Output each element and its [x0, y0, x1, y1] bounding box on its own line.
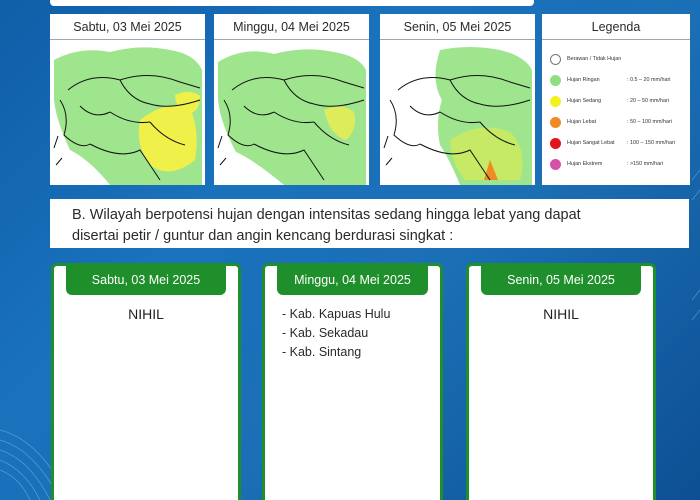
day-card-2: Minggu, 04 Mei 2025 - Kab. Kapuas Hulu -…	[262, 263, 443, 500]
rainfall-map-day-2	[214, 40, 369, 185]
legend-item-range: : >150 mm/hari	[627, 161, 664, 167]
legend-swatch	[550, 159, 561, 170]
legend-swatch	[550, 117, 561, 128]
legend-item-range: : 100 – 150 mm/hari	[627, 140, 675, 146]
map-card-day-3: Senin, 05 Mei 2025	[380, 14, 535, 185]
map-card-day-1: Sabtu, 03 Mei 2025	[50, 14, 205, 185]
day-card-1: Sabtu, 03 Mei 2025 NIHIL	[51, 263, 241, 500]
legend-swatch	[550, 75, 561, 86]
legend-swatch	[550, 138, 561, 149]
section-b-line-2: disertai petir / guntur dan angin kencan…	[72, 228, 454, 244]
day-card-date: Senin, 05 Mei 2025	[481, 265, 641, 295]
legend-item-label: Hujan Lebat	[567, 119, 597, 125]
legend-item-label: Hujan Sedang	[567, 98, 602, 104]
section-b-line-1: B. Wilayah berpotensi hujan dengan inten…	[72, 207, 581, 223]
region-item: - Kab. Kapuas Hulu	[282, 307, 391, 321]
region-item: - Kab. Sintang	[282, 345, 362, 359]
legend-item-label: Hujan Sangat Lebat	[567, 140, 615, 146]
legend-item-label: Berawan / Tidak Hujan	[567, 56, 622, 62]
map-card-day-2: Minggu, 04 Mei 2025	[214, 14, 369, 185]
legend-item-sangat-lebat: Hujan Sangat Lebat : 100 – 150 mm/hari	[550, 136, 688, 150]
legend-item-lebat: Hujan Lebat : 50 – 100 mm/hari	[550, 115, 688, 129]
legend-title: Legenda	[542, 14, 690, 40]
legend-panel: Legenda Berawan / Tidak Hujan Hujan Ring…	[542, 14, 690, 185]
section-b-heading: B. Wilayah berpotensi hujan dengan inten…	[50, 199, 689, 248]
legend-item-range: : 50 – 100 mm/hari	[627, 119, 672, 125]
day-card-date: Sabtu, 03 Mei 2025	[66, 265, 226, 295]
legend-item-label: Hujan Ringan	[567, 77, 600, 83]
map-date-label: Minggu, 04 Mei 2025	[214, 14, 369, 40]
legend-item-sedang: Hujan Sedang : 20 – 50 mm/hari	[550, 94, 688, 108]
legend-item-label: Hujan Ekstrem	[567, 161, 603, 167]
day-card-nihil: NIHIL	[543, 306, 579, 322]
map-date-label: Senin, 05 Mei 2025	[380, 14, 535, 40]
legend-swatch	[550, 96, 561, 107]
day-card-nihil: NIHIL	[128, 306, 164, 322]
legend-swatch	[550, 54, 561, 65]
day-card-date: Minggu, 04 Mei 2025	[277, 265, 428, 295]
region-item: - Kab. Sekadau	[282, 326, 369, 340]
map-date-label: Sabtu, 03 Mei 2025	[50, 14, 205, 40]
previous-section-edge	[50, 0, 534, 6]
legend-item-range: : 0.5 – 20 mm/hari	[627, 77, 671, 83]
day-card-3: Senin, 05 Mei 2025 NIHIL	[466, 263, 656, 500]
legend-item-ekstrem: Hujan Ekstrem : >150 mm/hari	[550, 157, 688, 171]
legend-item-range: : 20 – 50 mm/hari	[627, 98, 669, 104]
legend-item-berawan: Berawan / Tidak Hujan	[550, 52, 688, 66]
legend-item-ringan: Hujan Ringan : 0.5 – 20 mm/hari	[550, 73, 688, 87]
rainfall-map-day-1	[50, 40, 205, 185]
rainfall-map-day-3	[380, 40, 535, 185]
region-list: - Kab. Kapuas Hulu - Kab. Sekadau - Kab.…	[282, 305, 390, 362]
